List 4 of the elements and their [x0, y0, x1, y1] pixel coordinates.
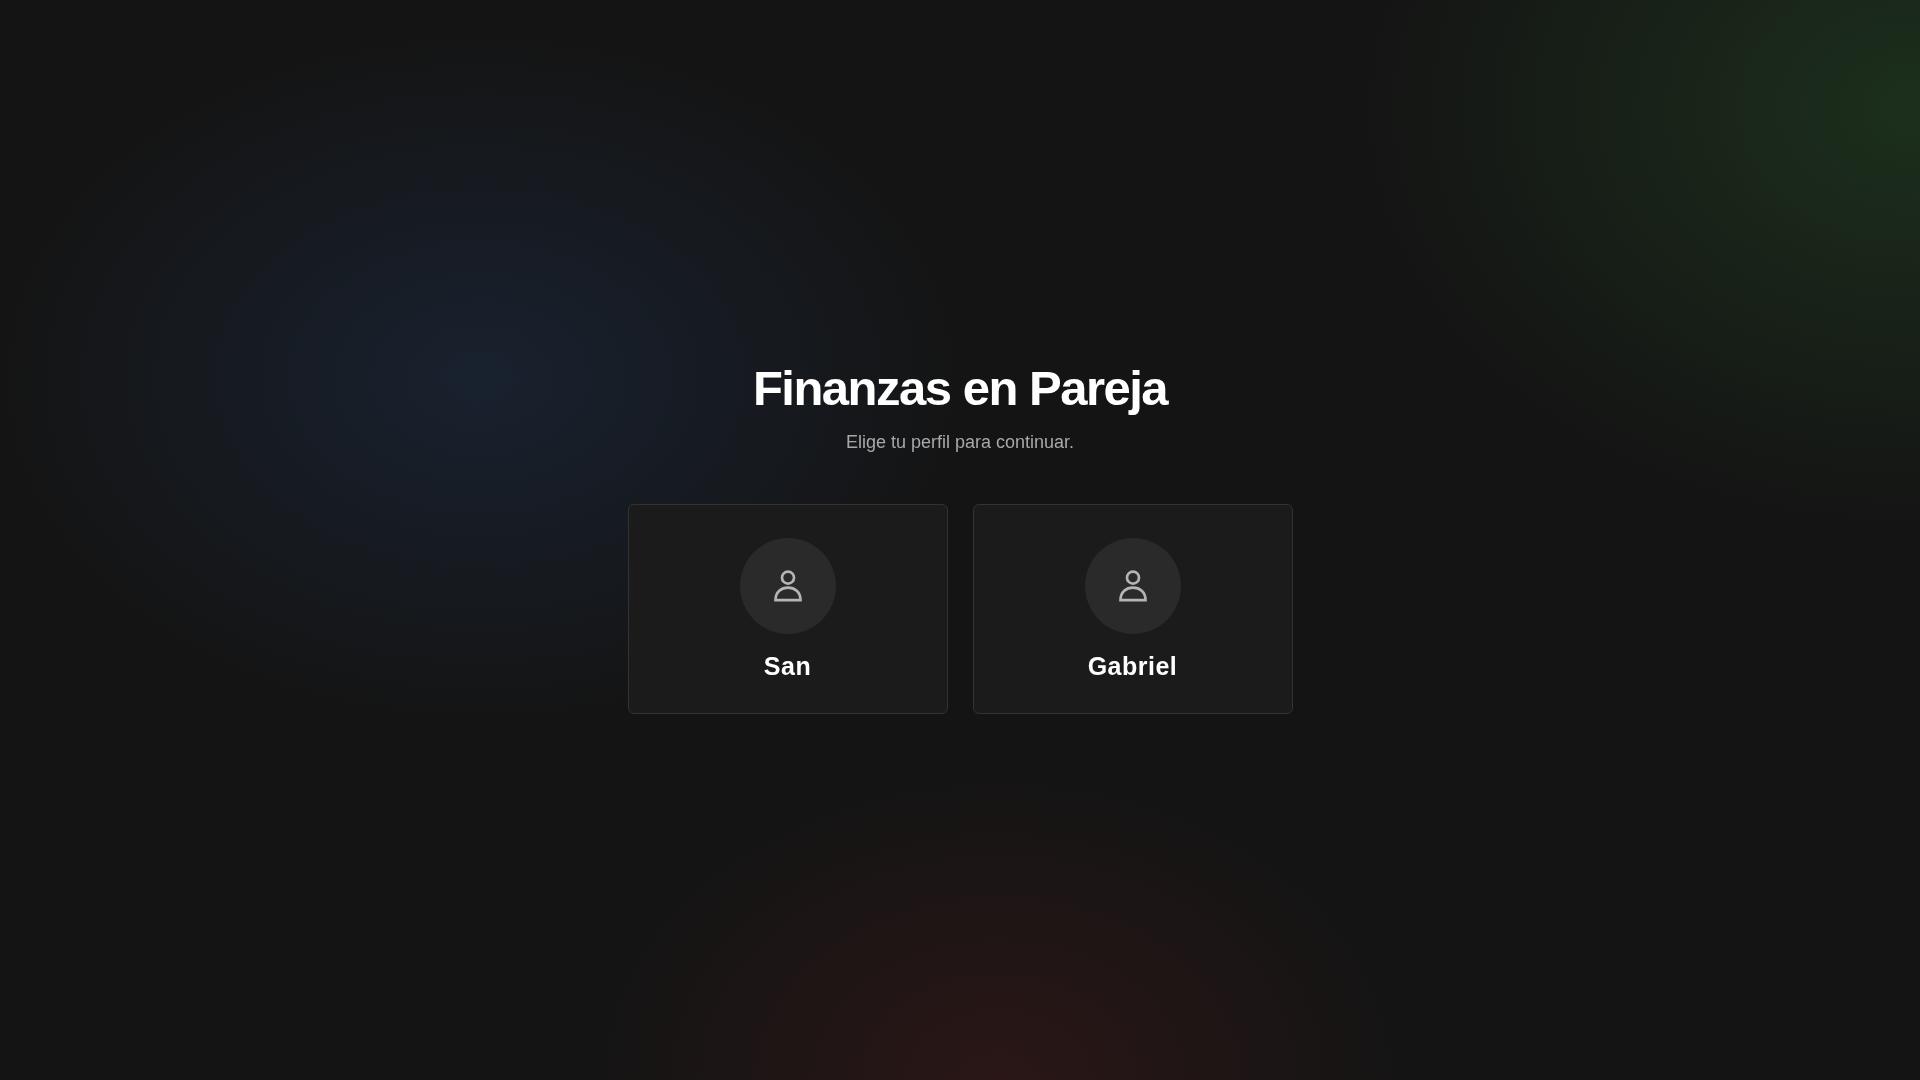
- profile-card[interactable]: San: [627, 504, 948, 714]
- page-title: Finanzas en Pareja: [752, 360, 1168, 417]
- page-subtitle: Elige tu perfil para continuar.: [845, 431, 1075, 454]
- profile-card[interactable]: Gabriel: [972, 504, 1293, 714]
